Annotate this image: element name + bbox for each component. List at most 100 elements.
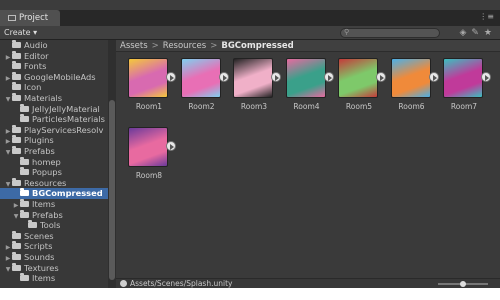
tree-item-items[interactable]: ▶ Items [0,199,108,210]
tree-item-tools[interactable]: Tools [0,220,108,231]
tab-options-icon[interactable]: ⋮≡ [479,12,494,21]
filter-by-label-icon[interactable]: ✎ [471,28,479,38]
tree-item-label: BGCompressed [32,188,103,199]
expand-sprite-icon[interactable] [323,72,334,82]
selected-path: Assets/Scenes/Splash.unity [130,279,233,288]
tree-item-label: Tools [40,220,61,231]
tree-item-label: Fonts [24,61,47,72]
folder-icon [12,230,21,239]
folder-icon [12,252,21,260]
breadcrumb-separator: > [210,41,218,51]
tree-item-label: homep [32,156,61,167]
asset-thumbnail [128,127,168,167]
tree-item-playservicesresolv[interactable]: ▶ PlayServicesResolv [0,124,108,136]
asset-thumbnail [285,58,326,98]
tree-item-editor[interactable]: ▶ Editor [0,50,108,62]
zoom-slider[interactable] [438,281,488,287]
tree-item-fonts[interactable]: Fonts [0,61,108,72]
asset-room7[interactable]: Room7 [443,58,491,111]
asset-room2[interactable]: Room2 [180,58,229,111]
tree-item-scenes[interactable]: Scenes [0,230,108,242]
asset-room8[interactable]: Room8 [128,127,176,180]
asset-room6[interactable]: Room6 [390,58,439,111]
expand-sprite-icon[interactable] [166,72,176,82]
tree-item-jellyjellymaterial[interactable]: JellyJellyMaterial [0,103,108,115]
tree-item-plugins[interactable]: ▶ Plugins [0,135,108,146]
asset-room3[interactable]: Room3 [233,58,281,111]
tree-item-googlemobileads[interactable]: ▶ GoogleMobileAds [0,71,108,83]
tree-item-label: Textures [24,262,59,273]
tree-item-label: Plugins [24,135,54,146]
tree-scroll-thumb[interactable] [109,100,115,280]
folder-icon [12,93,21,101]
project-window: Project ⋮≡ Create ▾ ⚲ ◈ ✎ ★ Audio ▶ Editor… [0,0,500,300]
tree-item-label: Items [32,273,56,284]
tree-item-label: GoogleMobileAds [24,71,96,82]
asset-thumbnail [128,58,168,98]
breadcrumb-separator: > [151,41,159,51]
breadcrumb-current[interactable]: BGCompressed [221,41,293,51]
folder-icon [28,220,37,229]
asset-room1[interactable]: Room1 [128,58,176,111]
tab-project[interactable]: Project [0,10,60,26]
tree-item-label: Prefabs [24,146,55,156]
tree-item-popups[interactable]: Popups [0,167,108,178]
tab-strip: Project ⋮≡ [0,10,500,26]
tree-item-textures[interactable]: ▼ Textures [0,262,108,274]
expand-sprite-icon[interactable] [271,72,281,82]
tree-item-scripts[interactable]: ▶ Scripts [0,241,108,252]
tree-item-prefabs[interactable]: ▼ Prefabs [0,209,108,221]
favorite-icon[interactable]: ★ [484,28,492,38]
asset-label: Room8 [135,171,163,180]
expand-sprite-icon[interactable] [428,72,439,82]
folder-icon [20,188,29,197]
project-icon [8,15,16,21]
expand-sprite-icon[interactable] [218,72,229,82]
tree-item-label: ParticlesMaterials [32,114,106,125]
expand-sprite-icon[interactable] [376,72,386,82]
tree-item-label: Popups [32,167,62,178]
folder-icon [12,146,21,154]
tree-item-audio[interactable]: Audio [0,40,108,51]
tree-item-materials[interactable]: ▼ Materials [0,93,108,104]
asset-thumbnail [390,58,431,98]
asset-room5[interactable]: Room5 [338,58,386,111]
asset-label: Room6 [398,102,425,111]
tree-item-label: Items [32,199,56,209]
tree-item-particlesmaterials[interactable]: ParticlesMaterials [0,114,108,125]
tree-item-prefabs[interactable]: ▼ Prefabs [0,146,108,157]
folder-icon [12,262,21,271]
toolbar-icons: ◈ ✎ ★ [459,26,492,40]
create-button[interactable]: Create ▾ [4,27,37,39]
asset-room4[interactable]: Room4 [285,58,334,111]
folder-icon [20,209,29,218]
breadcrumb-resources[interactable]: Resources [163,41,206,51]
unity-scene-icon [120,280,127,287]
folder-icon [12,124,21,133]
tree-item-icon[interactable]: Icon [0,82,108,93]
tree-item-homep[interactable]: homep [0,156,108,168]
expand-sprite-icon[interactable] [481,72,491,82]
breadcrumb: Assets > Resources > BGCompressed [116,40,500,52]
tree-item-sounds[interactable]: ▶ Sounds [0,252,108,263]
folder-icon [12,40,21,48]
tree-item-label: JellyJellyMaterial [32,103,100,114]
folder-icon [20,273,29,282]
search-input[interactable]: ⚲ [340,28,440,38]
tree-item-label: Scripts [24,241,53,252]
tree-scrollbar[interactable] [108,40,116,288]
tree-item-bgcompressed[interactable]: BGCompressed [0,188,108,199]
asset-label: Room2 [188,102,215,111]
asset-label: Room1 [135,102,163,111]
folder-icon [20,103,29,112]
create-label: Create [4,28,31,37]
filter-by-type-icon[interactable]: ◈ [459,28,466,38]
breadcrumb-assets[interactable]: Assets [120,41,148,51]
tree-item-items[interactable]: Items [0,273,108,284]
zoom-knob[interactable] [460,281,466,287]
expand-sprite-icon[interactable] [166,141,176,151]
tree-item-resources[interactable]: ▼ Resources [0,177,108,189]
folder-tree: Audio ▶ Editor Fonts ▶ GoogleMobileAds Icon ▼ Ma… [0,40,108,288]
tree-item-label: Resources [24,177,67,188]
folder-icon [12,61,21,70]
